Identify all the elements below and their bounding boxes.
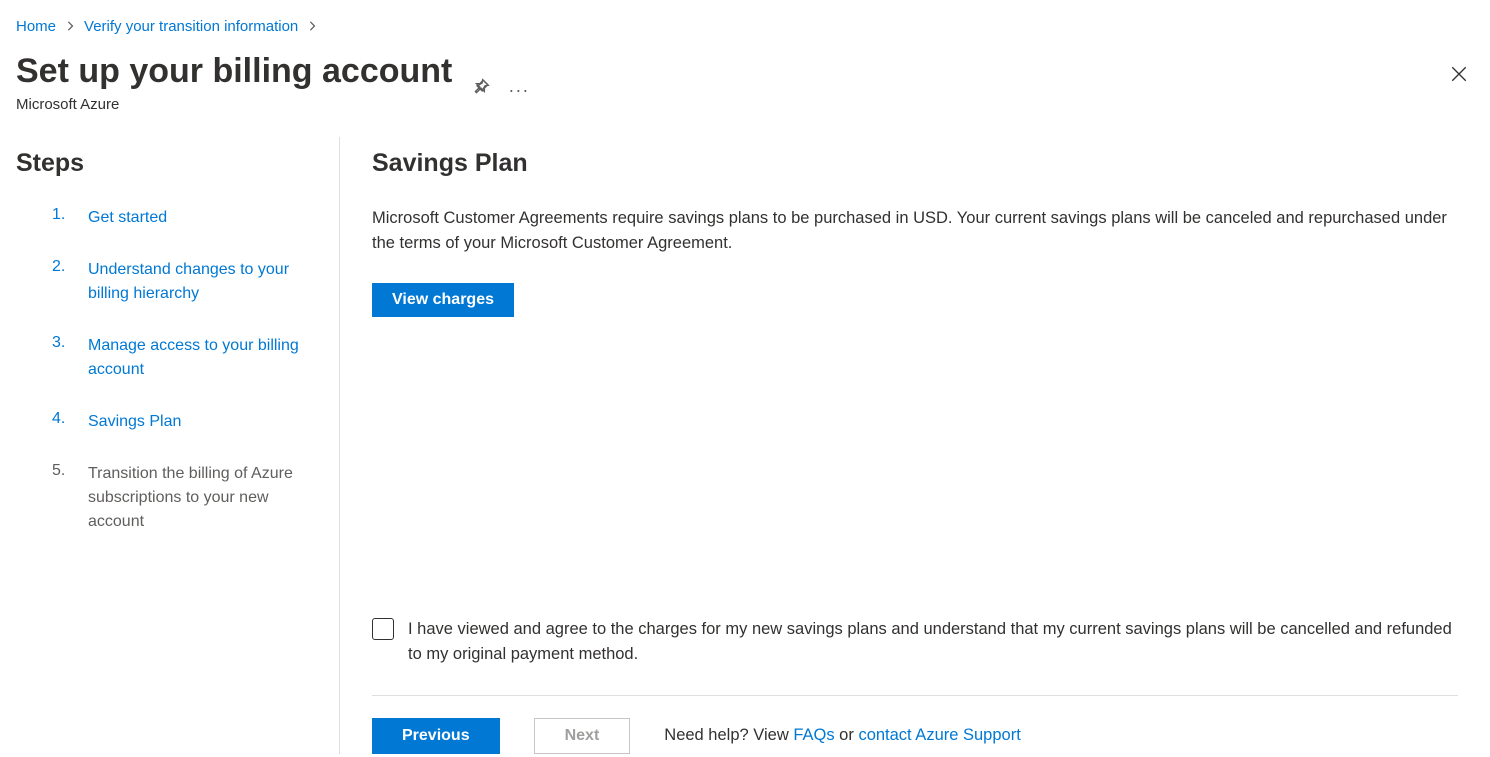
chevron-right-icon xyxy=(308,19,316,34)
step-number: 4. xyxy=(52,410,70,428)
page-header: Set up your billing account Microsoft Az… xyxy=(0,43,1490,113)
close-icon xyxy=(1450,65,1468,83)
steps-list: 1. Get started 2. Understand changes to … xyxy=(16,206,319,534)
main-heading: Savings Plan xyxy=(372,149,1458,178)
main-content: Savings Plan Microsoft Customer Agreemen… xyxy=(340,137,1490,754)
contact-support-link[interactable]: contact Azure Support xyxy=(858,726,1020,744)
step-get-started[interactable]: 1. Get started xyxy=(16,206,319,230)
page-subtitle: Microsoft Azure xyxy=(16,96,452,113)
agreement-checkbox[interactable] xyxy=(372,618,394,640)
step-label: Savings Plan xyxy=(88,410,181,434)
step-label: Manage access to your billing account xyxy=(88,334,319,382)
step-number: 2. xyxy=(52,258,70,276)
breadcrumb: Home Verify your transition information xyxy=(0,0,1490,43)
step-label: Transition the billing of Azure subscrip… xyxy=(88,462,319,534)
help-text: Need help? View FAQs or contact Azure Su… xyxy=(664,726,1021,745)
step-number: 3. xyxy=(52,334,70,352)
chevron-right-icon xyxy=(66,19,74,34)
step-understand-changes[interactable]: 2. Understand changes to your billing hi… xyxy=(16,258,319,306)
step-savings-plan[interactable]: 4. Savings Plan xyxy=(16,410,319,434)
view-charges-button[interactable]: View charges xyxy=(372,283,514,317)
breadcrumb-verify[interactable]: Verify your transition information xyxy=(84,18,298,35)
page-title: Set up your billing account xyxy=(16,51,452,92)
pin-icon[interactable] xyxy=(472,78,490,101)
steps-sidebar: Steps 1. Get started 2. Understand chang… xyxy=(0,137,340,754)
step-label: Get started xyxy=(88,206,167,230)
breadcrumb-home[interactable]: Home xyxy=(16,18,56,35)
steps-heading: Steps xyxy=(16,149,319,178)
footer-bar: Previous Next Need help? View FAQs or co… xyxy=(372,695,1458,754)
close-button[interactable] xyxy=(1450,51,1474,88)
step-number: 1. xyxy=(52,206,70,224)
agreement-row: I have viewed and agree to the charges f… xyxy=(372,617,1458,667)
next-button[interactable]: Next xyxy=(534,718,631,754)
agreement-text: I have viewed and agree to the charges f… xyxy=(408,617,1458,667)
faqs-link[interactable]: FAQs xyxy=(793,726,834,744)
previous-button[interactable]: Previous xyxy=(372,718,500,754)
step-transition-billing: 5. Transition the billing of Azure subsc… xyxy=(16,462,319,534)
main-description: Microsoft Customer Agreements require sa… xyxy=(372,206,1458,256)
more-icon[interactable]: ··· xyxy=(508,81,529,99)
step-number: 5. xyxy=(52,462,70,480)
step-manage-access[interactable]: 3. Manage access to your billing account xyxy=(16,334,319,382)
step-label: Understand changes to your billing hiera… xyxy=(88,258,319,306)
